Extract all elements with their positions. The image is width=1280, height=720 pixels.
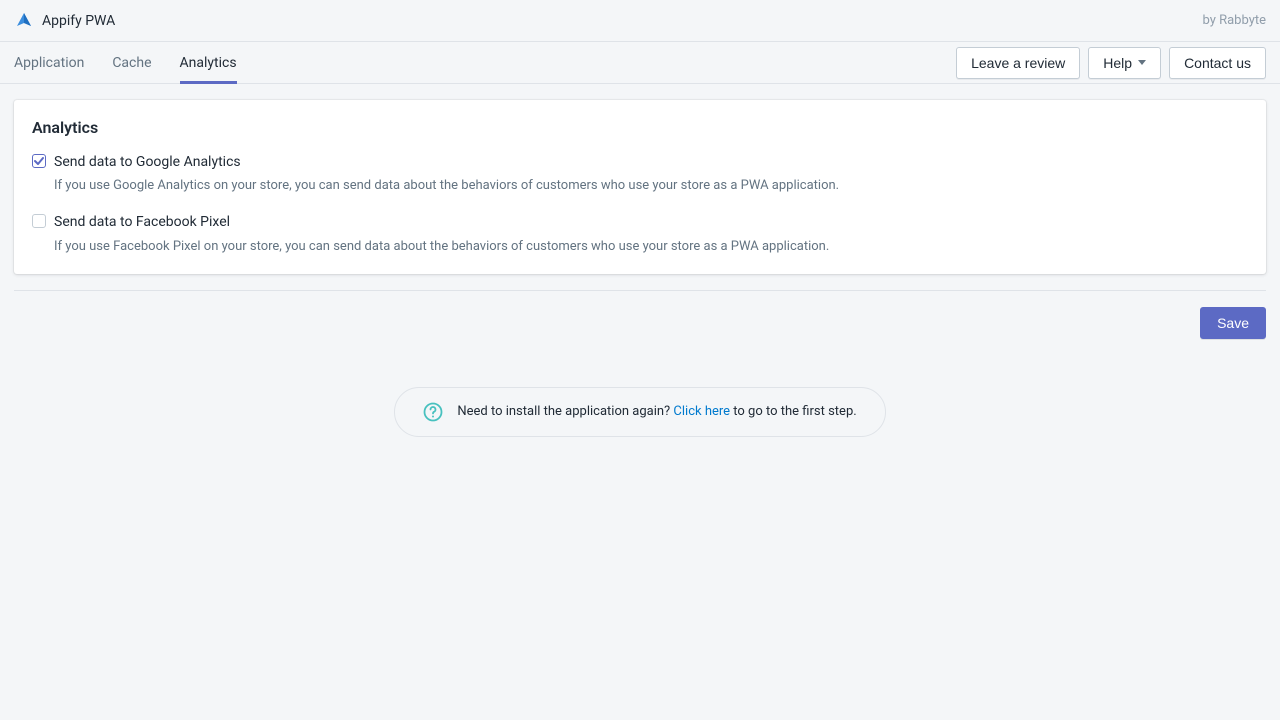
nav-actions: Leave a review Help Contact us bbox=[956, 47, 1266, 79]
checkbox-google-analytics[interactable] bbox=[32, 154, 46, 168]
tab-cache[interactable]: Cache bbox=[112, 42, 151, 83]
option-label: Send data to Google Analytics bbox=[54, 153, 241, 171]
install-callout: Need to install the application again? C… bbox=[394, 387, 885, 437]
app-title: Appify PWA bbox=[42, 13, 115, 29]
app-logo-icon bbox=[14, 11, 34, 31]
question-circle-icon bbox=[423, 402, 443, 422]
divider bbox=[14, 290, 1266, 291]
leave-review-button[interactable]: Leave a review bbox=[956, 47, 1080, 79]
tabs: Application Cache Analytics bbox=[14, 42, 237, 83]
help-button-label: Help bbox=[1103, 55, 1132, 71]
chevron-down-icon bbox=[1138, 60, 1146, 65]
callout-link[interactable]: Click here bbox=[673, 404, 730, 419]
app-header: Appify PWA by Rabbyte bbox=[0, 0, 1280, 42]
option-label: Send data to Facebook Pixel bbox=[54, 213, 230, 231]
help-button[interactable]: Help bbox=[1088, 47, 1161, 79]
contact-us-button[interactable]: Contact us bbox=[1169, 47, 1266, 79]
callout-text: Need to install the application again? C… bbox=[457, 404, 856, 419]
callout-container: Need to install the application again? C… bbox=[14, 387, 1266, 437]
save-row: Save bbox=[14, 307, 1266, 339]
tab-analytics[interactable]: Analytics bbox=[180, 42, 237, 83]
tab-application[interactable]: Application bbox=[14, 42, 84, 83]
callout-prefix: Need to install the application again? bbox=[457, 404, 673, 419]
option-facebook-pixel: Send data to Facebook Pixel If you use F… bbox=[32, 213, 1248, 255]
checkbox-facebook-pixel[interactable] bbox=[32, 214, 46, 228]
option-google-analytics: Send data to Google Analytics If you use… bbox=[32, 153, 1248, 195]
save-button[interactable]: Save bbox=[1200, 307, 1266, 339]
header-left: Appify PWA bbox=[14, 11, 115, 31]
option-description: If you use Facebook Pixel on your store,… bbox=[54, 238, 1248, 256]
callout-suffix: to go to the first step. bbox=[730, 404, 857, 419]
content: Analytics Send data to Google Analytics … bbox=[0, 84, 1280, 453]
analytics-card: Analytics Send data to Google Analytics … bbox=[14, 100, 1266, 274]
navbar: Application Cache Analytics Leave a revi… bbox=[0, 42, 1280, 84]
byline: by Rabbyte bbox=[1202, 13, 1266, 28]
option-description: If you use Google Analytics on your stor… bbox=[54, 177, 1248, 195]
card-title: Analytics bbox=[32, 118, 1248, 137]
